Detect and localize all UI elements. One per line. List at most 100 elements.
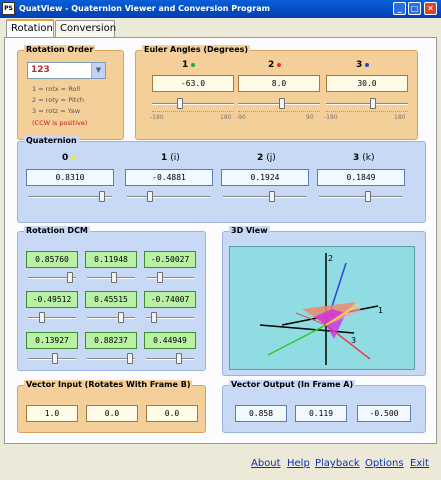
dcm-slider-3-2[interactable] bbox=[87, 352, 135, 366]
euler-min-label: -90 bbox=[236, 114, 246, 121]
euler-min-label: -180 bbox=[150, 114, 164, 121]
dcm-cell-2-2: 0.45515 bbox=[85, 291, 137, 308]
playback-link[interactable]: Playback bbox=[315, 458, 360, 469]
axis-label-1: 1 bbox=[378, 306, 383, 315]
euler-max-label: 90 bbox=[306, 114, 314, 121]
euler-axis-label-1: 1 bbox=[182, 60, 196, 70]
quaternion-label-3: 3 (k) bbox=[353, 153, 375, 163]
euler-axis-label-3: 3 bbox=[356, 60, 370, 70]
view3d-canvas[interactable]: 2 1 3 bbox=[229, 246, 415, 370]
options-link[interactable]: Options bbox=[365, 458, 404, 469]
slider-thumb[interactable] bbox=[67, 272, 73, 283]
quaternion-index: 0 bbox=[62, 153, 69, 163]
slider-thumb[interactable] bbox=[370, 98, 376, 109]
axis-dot-icon bbox=[365, 62, 370, 67]
slider-track bbox=[146, 358, 194, 360]
quaternion-2-slider[interactable] bbox=[223, 190, 307, 204]
dcm-slider-1-1[interactable] bbox=[28, 271, 76, 285]
window-title: QuatView - Quaternion Viewer and Convers… bbox=[19, 4, 270, 13]
rotation-order-select[interactable]: 123 ▼ bbox=[27, 62, 106, 79]
quaternion-title: Quaternion bbox=[24, 136, 79, 145]
euler-angle-3-field[interactable]: 30.0 bbox=[326, 75, 408, 92]
euler-max-label: 180 bbox=[220, 114, 232, 121]
slider-track bbox=[28, 317, 76, 319]
vector-input-y[interactable]: 0.0 bbox=[86, 405, 138, 422]
close-button[interactable]: ✕ bbox=[424, 2, 437, 15]
vector-output-z: -0.500 bbox=[357, 405, 411, 422]
maximize-button[interactable]: □ bbox=[408, 2, 421, 15]
euler-angle-3-slider[interactable] bbox=[326, 97, 408, 111]
euler-angle-2-slider[interactable] bbox=[238, 97, 320, 111]
slider-track bbox=[152, 103, 234, 105]
quaternion-1-field[interactable]: -0.4881 bbox=[125, 169, 213, 186]
rotation-order-title: Rotation Order bbox=[24, 45, 96, 54]
green-vector bbox=[267, 324, 327, 356]
view3d-svg: 2 1 3 bbox=[259, 253, 383, 365]
quaternion-0-field[interactable]: 0.8310 bbox=[26, 169, 114, 186]
help-link[interactable]: Help bbox=[287, 458, 310, 469]
vector-input-z[interactable]: 0.0 bbox=[146, 405, 198, 422]
vector-input-title: Vector Input (Rotates With Frame B) bbox=[24, 380, 193, 389]
euler-angles-title: Euler Angles (Degrees) bbox=[142, 45, 251, 54]
minimize-button[interactable]: _ bbox=[393, 2, 406, 15]
euler-angle-1-field[interactable]: -63.0 bbox=[152, 75, 234, 92]
dcm-slider-2-2[interactable] bbox=[87, 311, 135, 325]
euler-angle-1-slider[interactable] bbox=[152, 97, 234, 111]
vector-output-y: 0.119 bbox=[295, 405, 347, 422]
view3d-title: 3D View bbox=[229, 226, 270, 235]
quaternion-panel: Quaternion 0 0.8310 1 (i) -0.4881 2 (j) 0.1924 3… bbox=[17, 136, 426, 223]
quaternion-index: 3 bbox=[353, 153, 360, 163]
slider-thumb[interactable] bbox=[127, 353, 133, 364]
quaternion-suffix: (i) bbox=[170, 153, 180, 163]
euler-angle-2-field[interactable]: 8.0 bbox=[238, 75, 320, 92]
vector-input-x[interactable]: 1.0 bbox=[26, 405, 78, 422]
about-link[interactable]: About bbox=[251, 458, 281, 469]
slider-thumb[interactable] bbox=[99, 191, 105, 202]
dcm-slider-1-2[interactable] bbox=[87, 271, 135, 285]
chevron-down-icon[interactable]: ▼ bbox=[91, 63, 105, 78]
slider-thumb[interactable] bbox=[111, 272, 117, 283]
exit-link[interactable]: Exit bbox=[410, 458, 429, 469]
slider-thumb[interactable] bbox=[177, 98, 183, 109]
order-note-pitch: 2 = roty = Pitch bbox=[32, 96, 85, 104]
euler-min-label: -180 bbox=[324, 114, 338, 121]
slider-thumb[interactable] bbox=[147, 191, 153, 202]
slider-thumb[interactable] bbox=[269, 191, 275, 202]
dcm-slider-2-3[interactable] bbox=[146, 311, 194, 325]
dcm-cell-1-3: -0.50027 bbox=[144, 251, 196, 268]
quaternion-label-1: 1 (i) bbox=[161, 153, 180, 163]
quaternion-3-field[interactable]: 0.1849 bbox=[317, 169, 405, 186]
dcm-cell-3-3: 0.44949 bbox=[144, 332, 196, 349]
dcm-slider-3-1[interactable] bbox=[28, 352, 76, 366]
vector-input-panel: Vector Input (Rotates With Frame B) 1.0 … bbox=[17, 380, 206, 433]
slider-thumb[interactable] bbox=[157, 272, 163, 283]
order-note-yaw: 3 = rotz = Yaw bbox=[32, 107, 81, 115]
quaternion-2-field[interactable]: 0.1924 bbox=[221, 169, 309, 186]
axis-label-3: 3 bbox=[351, 336, 356, 345]
quaternion-index: 1 bbox=[161, 153, 168, 163]
quaternion-index: 2 bbox=[257, 153, 264, 163]
slider-thumb[interactable] bbox=[365, 191, 371, 202]
quaternion-3-slider[interactable] bbox=[319, 190, 403, 204]
rotation-tab-page: Rotation Order 123 ▼ 1 = rotx = Roll 2 =… bbox=[4, 37, 437, 444]
tab-rotation[interactable]: Rotation bbox=[6, 19, 54, 38]
slider-thumb[interactable] bbox=[39, 312, 45, 323]
slider-thumb[interactable] bbox=[176, 353, 182, 364]
slider-track bbox=[223, 196, 307, 198]
dcm-cell-1-2: 0.11948 bbox=[85, 251, 137, 268]
slider-thumb[interactable] bbox=[118, 312, 124, 323]
tab-conversion[interactable]: Conversion bbox=[55, 20, 116, 37]
order-note-roll: 1 = rotx = Roll bbox=[32, 85, 81, 93]
slider-thumb[interactable] bbox=[151, 312, 157, 323]
rotation-dcm-title: Rotation DCM bbox=[24, 226, 90, 235]
yellow-dot-icon bbox=[71, 155, 76, 160]
dcm-slider-1-3[interactable] bbox=[146, 271, 194, 285]
dcm-slider-2-1[interactable] bbox=[28, 311, 76, 325]
slider-thumb[interactable] bbox=[279, 98, 285, 109]
quaternion-suffix: (j) bbox=[266, 153, 276, 163]
dcm-slider-3-3[interactable] bbox=[146, 352, 194, 366]
quaternion-0-slider[interactable] bbox=[28, 190, 112, 204]
quaternion-1-slider[interactable] bbox=[127, 190, 211, 204]
euler-axis-number: 3 bbox=[356, 60, 363, 70]
slider-thumb[interactable] bbox=[52, 353, 58, 364]
